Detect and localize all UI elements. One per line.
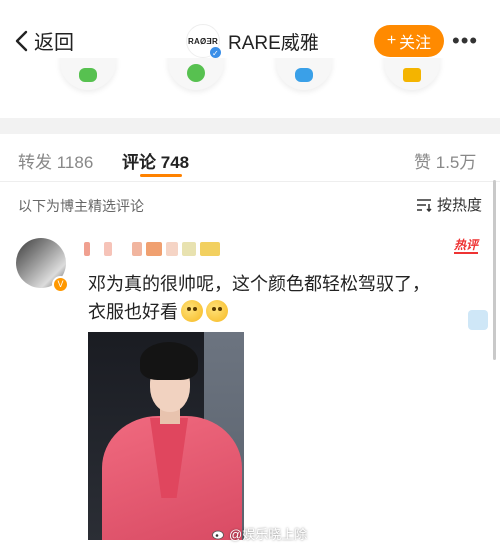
- tab-comment-count: 748: [160, 153, 190, 172]
- wechat-share-icon[interactable]: [60, 58, 116, 90]
- sort-label: 按热度: [436, 197, 482, 214]
- back-button[interactable]: 返回: [14, 26, 74, 55]
- qq-share-icon[interactable]: [276, 58, 332, 90]
- tab-comment-label: 评论: [122, 153, 156, 172]
- more-options-icon[interactable]: •••: [452, 28, 478, 54]
- active-tab-indicator: [140, 174, 182, 177]
- watermark: @娱乐晓上除: [212, 524, 307, 543]
- smile-emoji-icon: [181, 300, 203, 322]
- follow-label: 关注: [399, 35, 432, 52]
- interaction-tabs: 转发 1186 评论 748 赞 1.5万: [0, 134, 500, 182]
- comment-text-line1: 邓为真的很帅呢，这个颜色都轻松驾驭了，: [88, 274, 430, 294]
- save-share-icon[interactable]: [384, 58, 440, 90]
- tab-like-label: 赞: [414, 153, 431, 172]
- comment-text-line2-wrap: 衣服也好看: [88, 298, 478, 326]
- scrollbar[interactable]: [493, 180, 496, 360]
- sort-by-hot-button[interactable]: 按热度: [416, 194, 482, 215]
- weibo-logo-icon: [212, 530, 224, 539]
- back-label: 返回: [34, 32, 74, 54]
- section-divider: [0, 118, 500, 134]
- comment-photo[interactable]: [88, 332, 244, 540]
- photo-hair: [140, 342, 198, 380]
- plus-icon: +: [386, 32, 397, 49]
- account-logo-text: RAØƎR: [188, 36, 218, 46]
- comment-item: V 热评 邓为真的很帅呢，这个颜色都轻松驾驭了， 衣服也好看: [0, 228, 500, 546]
- tab-comment[interactable]: 评论 748: [122, 148, 189, 173]
- hot-comment-tag: 热评: [453, 238, 478, 254]
- account-header[interactable]: RAØƎR ✓ RARE威雅: [186, 24, 319, 59]
- comment-text-line2: 衣服也好看: [88, 302, 178, 322]
- commenter-username-blurred[interactable]: [84, 242, 234, 258]
- smile-emoji-icon: [206, 300, 228, 322]
- account-avatar[interactable]: RAØƎR ✓: [186, 24, 222, 59]
- follow-button[interactable]: + 关注: [374, 25, 444, 57]
- watermark-text: @娱乐晓上除: [229, 527, 308, 542]
- moments-share-icon[interactable]: [168, 58, 224, 90]
- tab-repost[interactable]: 转发 1186: [18, 148, 93, 173]
- share-options-strip: [0, 58, 500, 118]
- tab-repost-count: 1186: [56, 153, 94, 172]
- verified-badge-icon: V: [52, 276, 69, 293]
- tab-like-count: 1.5万: [435, 153, 477, 172]
- account-name[interactable]: RARE威雅: [228, 28, 319, 55]
- comment-text: 邓为真的很帅呢，这个颜色都轻松驾驭了， 衣服也好看: [88, 270, 478, 326]
- tab-repost-label: 转发: [18, 153, 52, 172]
- tab-like[interactable]: 赞 1.5万: [414, 148, 476, 173]
- section-title: 以下为博主精选评论: [18, 198, 144, 214]
- sticker-icon: [468, 310, 488, 330]
- comments-section-header: 以下为博主精选评论 按热度: [0, 190, 500, 222]
- chevron-left-icon: [15, 30, 28, 51]
- sort-icon: [416, 198, 432, 212]
